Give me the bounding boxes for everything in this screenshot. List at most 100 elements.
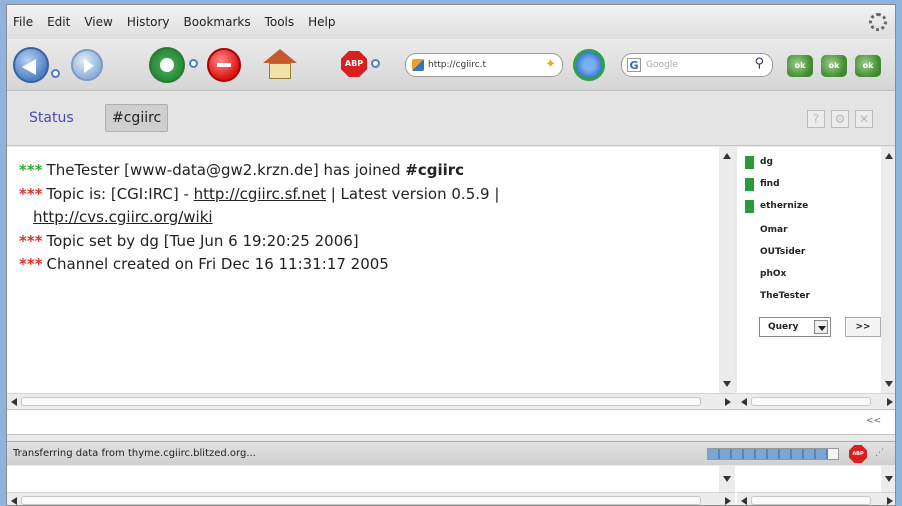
home-button[interactable] (263, 49, 297, 81)
op-badge-icon (745, 155, 754, 169)
nick-name: dg (760, 157, 773, 167)
extension-icon[interactable]: ok (787, 55, 813, 77)
tab-status[interactable]: Status (23, 104, 80, 132)
scroll-left-icon[interactable] (741, 398, 747, 406)
adblock-menu-icon[interactable] (371, 59, 380, 68)
topic-link[interactable]: http://cgiirc.sf.net (194, 185, 326, 203)
scroll-right-icon[interactable] (887, 398, 893, 406)
message-line: *** Channel created on Fri Dec 16 11:31:1… (19, 253, 719, 277)
scroll-thumb[interactable] (21, 397, 701, 406)
scroll-thumb[interactable] (751, 496, 871, 505)
scroll-left-icon[interactable] (11, 497, 17, 505)
throbber-icon (869, 13, 887, 31)
search-placeholder: Google (646, 60, 678, 70)
home-wall-icon (269, 63, 291, 79)
bottom-horizontal-scrollbar[interactable] (7, 492, 735, 505)
scroll-thumb[interactable] (751, 397, 871, 406)
stop-button[interactable] (207, 48, 241, 82)
nick-list: dg find ethernize Omar OUTsider phOx The… (737, 147, 895, 393)
nick-item[interactable]: ethernize (745, 197, 808, 215)
chat-input[interactable] (7, 410, 859, 434)
message-line: *** Topic is: [CGI:IRC] - http://cgiirc.s… (19, 183, 719, 207)
scroll-thumb[interactable] (21, 496, 701, 505)
extension-icon[interactable]: ok (855, 55, 881, 77)
scroll-down-icon[interactable] (723, 476, 731, 482)
forward-button[interactable] (71, 49, 103, 81)
menu-bar: File Edit View History Bookmarks Tools H… (7, 5, 895, 39)
info-marker: *** (19, 184, 43, 203)
options-icon[interactable]: ⚙ (831, 110, 849, 128)
search-icon[interactable]: ⚲ (754, 56, 764, 71)
progress-fill (708, 449, 828, 459)
nick-item[interactable]: OUTsider (745, 243, 805, 261)
scroll-right-icon[interactable] (887, 497, 893, 505)
nick-item[interactable]: dg (745, 153, 773, 171)
tab-channel[interactable]: #cgiirc (105, 104, 169, 132)
menu-file[interactable]: File (13, 15, 33, 29)
nick-name: ethernize (760, 201, 809, 211)
scroll-up-icon[interactable] (723, 153, 731, 159)
message-line-continued: http://cvs.cgiirc.org/wiki (19, 206, 719, 230)
close-icon[interactable]: ✕ (855, 110, 873, 128)
bottom-nick-horizontal-scrollbar[interactable] (737, 492, 895, 505)
message-line: *** TheTester [www-data@gw2.krzn.de] has … (19, 159, 719, 183)
query-select-value: Query (768, 322, 799, 332)
browser-window: File Edit View History Bookmarks Tools H… (6, 4, 896, 506)
message-text: Topic set by dg [Tue Jun 6 19:20:25 2006… (46, 231, 359, 250)
message-horizontal-scrollbar[interactable] (7, 393, 735, 409)
query-go-button[interactable]: >> (845, 317, 881, 337)
bottom-pane (7, 466, 895, 505)
back-history-icon[interactable] (51, 69, 60, 78)
message-text: | Latest version 0.5.9 | (325, 184, 500, 203)
message-vertical-scrollbar[interactable] (719, 147, 735, 393)
menu-bookmarks[interactable]: Bookmarks (184, 15, 251, 29)
menu-help[interactable]: Help (308, 15, 335, 29)
nick-item[interactable]: phOx (745, 265, 786, 283)
nick-item[interactable]: TheTester (745, 287, 810, 305)
resize-grip-icon[interactable]: ⋰ (875, 448, 884, 458)
irc-tab-bar: Status #cgiirc ? ⚙ ✕ (7, 92, 895, 146)
chevron-down-icon[interactable] (814, 320, 828, 334)
nick-name: phOx (760, 269, 787, 279)
go-button[interactable] (573, 49, 605, 81)
scroll-right-icon[interactable] (725, 398, 731, 406)
menu-history[interactable]: History (127, 15, 170, 29)
topic-link[interactable]: http://cvs.cgiirc.org/wiki (33, 208, 213, 226)
scroll-down-icon[interactable] (723, 381, 731, 387)
site-favicon-icon (412, 59, 424, 71)
scroll-left-icon[interactable] (741, 497, 747, 505)
chat-input-row: << (7, 409, 895, 435)
back-button[interactable] (13, 47, 49, 83)
nick-name: find (760, 179, 780, 189)
home-roof-icon (263, 49, 297, 63)
reload-button[interactable] (149, 47, 185, 83)
url-text: http://cgiirc.t (428, 60, 487, 70)
bookmark-star-icon[interactable]: ✦ (545, 57, 556, 72)
nicklist-horizontal-scrollbar[interactable] (737, 393, 895, 409)
scroll-right-icon[interactable] (725, 497, 731, 505)
nick-item[interactable]: Omar (745, 221, 788, 239)
menu-edit[interactable]: Edit (47, 15, 70, 29)
help-icon[interactable]: ? (807, 110, 825, 128)
extension-icon[interactable]: ok (821, 55, 847, 77)
query-select[interactable]: Query (759, 317, 831, 337)
search-bar[interactable]: G Google ⚲ (621, 53, 773, 77)
adblock-button[interactable]: ABP (341, 51, 367, 77)
info-marker: *** (19, 231, 43, 250)
menu-view[interactable]: View (84, 15, 112, 29)
reload-menu-icon[interactable] (189, 59, 198, 68)
info-marker: *** (19, 255, 43, 273)
message-text: Topic is: [CGI:IRC] - (46, 184, 194, 203)
search-engine-icon[interactable]: G (627, 58, 641, 72)
adblock-status-icon[interactable]: ABP (849, 445, 867, 463)
nicklist-vertical-scrollbar[interactable] (881, 147, 895, 393)
scroll-down-icon[interactable] (885, 476, 893, 482)
nick-name: OUTsider (760, 247, 806, 257)
nick-item[interactable]: find (745, 175, 780, 193)
scroll-up-icon[interactable] (885, 153, 893, 159)
scroll-down-icon[interactable] (885, 381, 893, 387)
scroll-left-icon[interactable] (11, 398, 17, 406)
url-bar[interactable]: http://cgiirc.t ✦ (405, 53, 563, 77)
collapse-button[interactable]: << (866, 416, 881, 426)
menu-tools[interactable]: Tools (265, 15, 295, 29)
